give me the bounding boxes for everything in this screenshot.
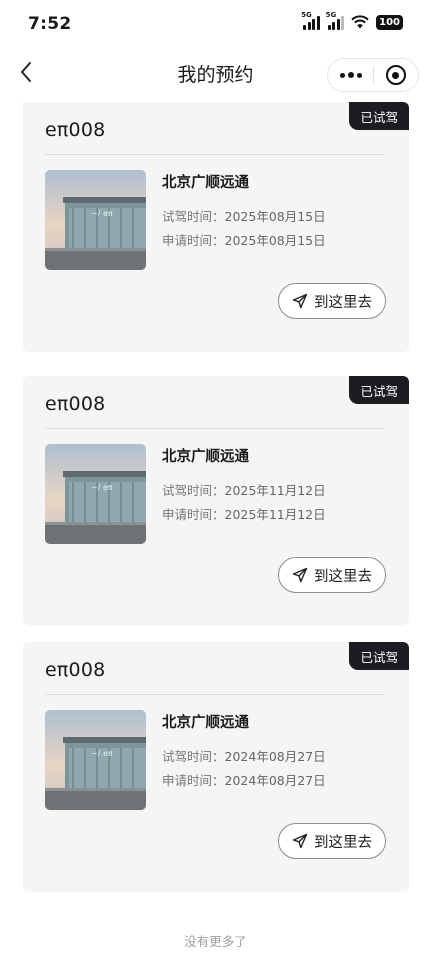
apply-time-row: 申请时间：2024年08月27日: [162, 770, 326, 789]
more-dot-icon: [356, 72, 362, 78]
more-dot-icon: [339, 72, 345, 78]
test-drive-time: 2025年11月12日: [224, 483, 326, 498]
navigate-here-button[interactable]: 到这里去: [278, 283, 386, 319]
vehicle-model: eπ008: [45, 659, 106, 681]
showroom-image: ~/ eπ: [45, 444, 146, 544]
appointment-card: 已试驾 eπ008 ~/ eπ 北京广顺远通 试驾时间：: [23, 642, 409, 892]
cellular-signal-icon: 5G: [326, 11, 345, 30]
apply-time: 2024年08月27日: [224, 773, 326, 788]
showroom-image: ~/ eπ: [45, 710, 146, 810]
appointment-card: 已试驾 eπ008 ~/ eπ 北京广顺远通 试驾时间：: [23, 102, 409, 352]
test-drive-time-label: 试驾时间：: [162, 483, 225, 498]
apply-time-label: 申请时间：: [162, 507, 225, 522]
apply-time: 2025年11月12日: [224, 507, 326, 522]
navigation-bar: 我的预约: [0, 48, 431, 100]
test-drive-time: 2025年08月15日: [224, 209, 326, 224]
apply-time-row: 申请时间：2025年08月15日: [162, 230, 326, 249]
dealer-name: 北京广顺远通: [162, 715, 249, 731]
dealer-photo: ~/ eπ: [45, 170, 146, 270]
dealer-photo: ~/ eπ: [45, 444, 146, 544]
showroom-image: ~/ eπ: [45, 170, 146, 270]
appointment-card: 已试驾 eπ008 ~/ eπ 北京广顺远通 试驾时间：: [23, 376, 409, 626]
navigation-arrow-icon: [292, 833, 308, 849]
dealer-name: 北京广顺远通: [162, 175, 249, 191]
status-bar: 7:52 5G 5G 100: [0, 0, 431, 48]
svg-text:~/ eπ: ~/ eπ: [91, 749, 113, 758]
apply-time-label: 申请时间：: [162, 233, 225, 248]
navigate-here-button[interactable]: 到这里去: [278, 823, 386, 859]
status-badge: 已试驾: [349, 642, 409, 670]
svg-text:~/ eπ: ~/ eπ: [91, 209, 113, 218]
test-drive-time-row: 试驾时间：2025年11月12日: [162, 480, 326, 499]
test-drive-time-label: 试驾时间：: [162, 209, 225, 224]
close-mini-program-button[interactable]: [374, 59, 418, 91]
navigate-here-label: 到这里去: [314, 294, 372, 311]
more-dot-icon: [347, 72, 354, 78]
apply-time-row: 申请时间：2025年11月12日: [162, 504, 326, 523]
test-drive-time-label: 试驾时间：: [162, 749, 225, 764]
status-time: 7:52: [28, 14, 72, 34]
navigation-arrow-icon: [292, 293, 308, 309]
dealer-photo: ~/ eπ: [45, 710, 146, 810]
dealer-name: 北京广顺远通: [162, 449, 249, 465]
card-divider: [45, 428, 385, 429]
target-circle-icon: [385, 65, 406, 85]
svg-text:~/ eπ: ~/ eπ: [91, 483, 113, 492]
battery-icon: 100: [376, 14, 403, 30]
apply-time-label: 申请时间：: [162, 773, 225, 788]
cellular-signal-icon: 5G: [301, 11, 320, 30]
status-badge: 已试驾: [349, 102, 409, 130]
navigation-arrow-icon: [292, 567, 308, 583]
card-divider: [45, 694, 385, 695]
status-badge: 已试驾: [349, 376, 409, 404]
mini-program-capsule: [327, 58, 419, 92]
status-icons: 5G 5G 100: [301, 11, 403, 30]
card-divider: [45, 154, 385, 155]
more-button[interactable]: [328, 59, 373, 91]
navigate-here-button[interactable]: 到这里去: [278, 557, 386, 593]
test-drive-time-row: 试驾时间：2025年08月15日: [162, 206, 326, 225]
navigate-here-label: 到这里去: [314, 568, 372, 585]
apply-time: 2025年08月15日: [224, 233, 326, 248]
test-drive-time-row: 试驾时间：2024年08月27日: [162, 746, 326, 765]
vehicle-model: eπ008: [45, 393, 106, 415]
vehicle-model: eπ008: [45, 119, 106, 141]
wifi-icon: [351, 15, 369, 29]
navigate-here-label: 到这里去: [314, 834, 372, 851]
test-drive-time: 2024年08月27日: [224, 749, 326, 764]
end-of-list-text: 没有更多了: [184, 934, 247, 949]
appointment-list: 已试驾 eπ008 ~/ eπ 北京广顺远通 试驾时间：2025年08月15日 …: [23, 102, 409, 908]
